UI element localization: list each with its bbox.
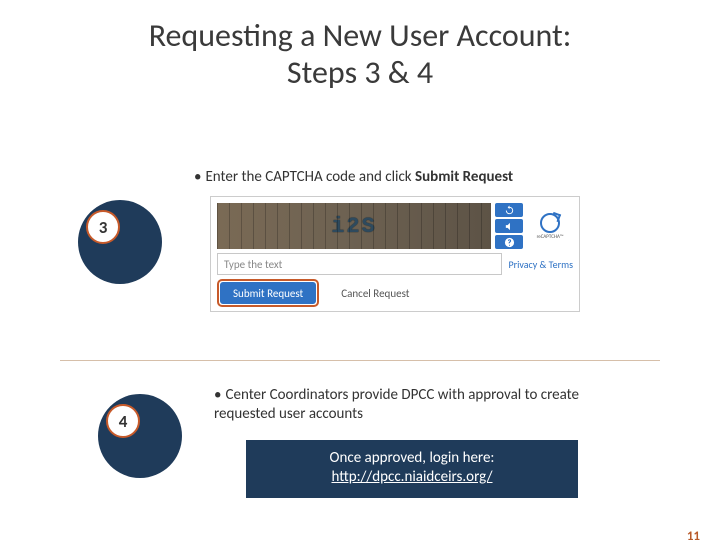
section-divider bbox=[60, 360, 660, 361]
login-banner: Once approved, login here: http://dpcc.n… bbox=[246, 440, 578, 498]
step3-number: 3 bbox=[86, 210, 120, 244]
privacy-terms-link[interactable]: Privacy & Terms bbox=[508, 258, 573, 271]
login-url: http://dpcc.niaidceirs.org/ bbox=[331, 468, 492, 486]
captcha-input[interactable]: Type the text bbox=[217, 253, 502, 275]
step4-number: 4 bbox=[106, 404, 140, 438]
recaptcha-logo: reCAPTCHA™ bbox=[527, 203, 573, 249]
captcha-card: i2S reCAPTCHA™ Type the text Privacy & T… bbox=[210, 196, 580, 312]
step3-bullet: •Enter the CAPTCHA code and click Submit… bbox=[194, 168, 513, 187]
step4-bubble: 4 bbox=[98, 394, 182, 478]
step4-bullet: •Center Coordinators provide DPCC with a… bbox=[214, 386, 624, 424]
captcha-refresh-icon[interactable] bbox=[495, 203, 523, 217]
captcha-image: i2S bbox=[217, 203, 491, 249]
step3-bubble: 3 bbox=[78, 200, 162, 284]
cancel-request-button[interactable]: Cancel Request bbox=[329, 282, 421, 304]
submit-request-button[interactable]: Submit Request bbox=[220, 282, 316, 304]
submit-highlight: Submit Request bbox=[217, 279, 319, 307]
captcha-controls bbox=[495, 203, 523, 249]
page-number: 11 bbox=[687, 529, 700, 544]
page-title: Requesting a New User Account: Steps 3 &… bbox=[0, 18, 720, 92]
captcha-help-icon[interactable] bbox=[495, 235, 523, 249]
captcha-audio-icon[interactable] bbox=[495, 219, 523, 233]
